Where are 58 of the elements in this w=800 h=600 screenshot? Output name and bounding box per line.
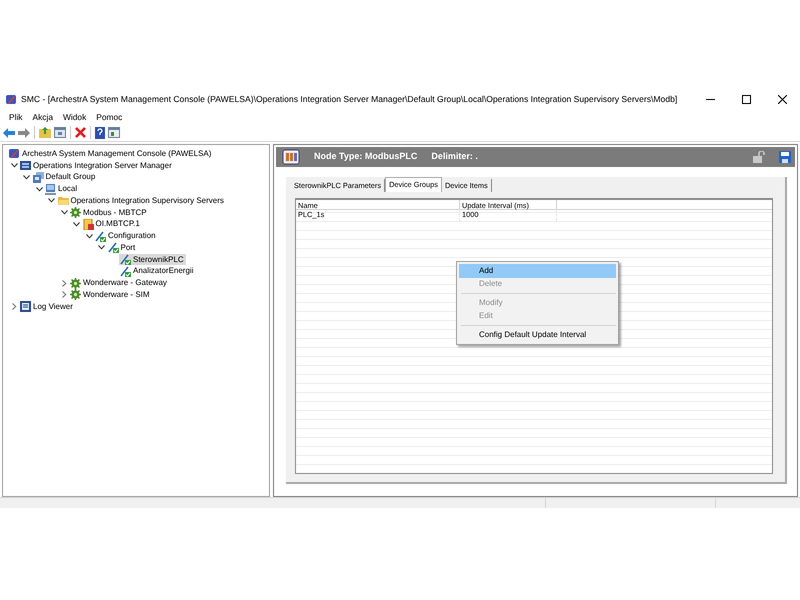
tree-item[interactable]: AnalizatorEnergii <box>119 266 196 278</box>
tree-item[interactable]: ArchestrA System Management Console (PAWELSA) <box>8 148 214 160</box>
tree-item[interactable]: Modbus - MBTCP <box>69 206 149 218</box>
document-icon <box>82 218 94 230</box>
properties-icon[interactable] <box>108 127 120 138</box>
chevron-down-icon[interactable] <box>60 210 68 216</box>
delimiter-label: Delimiter: . <box>431 150 478 164</box>
menu-item[interactable]: Config Default Update Interval <box>459 328 616 342</box>
tree-item[interactable]: Wonderware - Gateway <box>69 277 169 289</box>
node-icon <box>282 149 300 165</box>
tree-item[interactable]: Log Viewer <box>19 300 75 312</box>
maximize-icon <box>742 94 750 104</box>
tree-item[interactable]: OI.MBTCP.1 <box>82 218 142 230</box>
tree-item[interactable]: Wonderware - SIM <box>69 289 152 301</box>
menu-item[interactable]: Widok <box>58 110 92 124</box>
chevron-down-icon[interactable] <box>48 198 55 204</box>
chevron-down-icon[interactable] <box>23 174 30 180</box>
gear-icon <box>70 207 81 218</box>
chevron-right-icon[interactable] <box>62 280 66 287</box>
tree-item[interactable]: Configuration <box>94 230 158 242</box>
tree-item[interactable]: Default Group <box>32 172 98 184</box>
gear-icon <box>70 289 81 300</box>
chevron-right-icon[interactable] <box>12 303 16 310</box>
gear-icon <box>70 278 81 289</box>
back-arrow-icon[interactable] <box>3 128 15 138</box>
pane-icon[interactable] <box>54 127 66 138</box>
tree-item[interactable]: Operations Integration Supervisory Servers <box>56 195 226 207</box>
folder-icon <box>58 195 68 206</box>
tree-item[interactable]: Port <box>106 242 138 254</box>
help-icon[interactable] <box>95 126 105 138</box>
menu-item[interactable]: Add <box>459 264 616 278</box>
save-icon[interactable] <box>779 151 791 163</box>
chevron-right-icon[interactable] <box>62 291 66 298</box>
computer-icon <box>45 184 56 195</box>
tree-item[interactable]: SterownikPLC <box>119 254 186 266</box>
menu-item[interactable]: Plik <box>4 110 28 124</box>
server-icon <box>20 160 31 172</box>
chevron-down-icon[interactable] <box>98 245 105 250</box>
delete-icon[interactable] <box>75 127 86 138</box>
console-icon <box>9 148 20 160</box>
app-icon <box>6 94 17 104</box>
node-type-label: Node Type: ModbusPLC <box>314 150 418 164</box>
log-icon <box>20 301 31 312</box>
menu-item[interactable]: Akcja <box>28 110 58 124</box>
chevron-down-icon[interactable] <box>36 186 42 192</box>
minimize-icon <box>706 98 714 100</box>
lock-icon[interactable] <box>753 151 765 163</box>
close-icon <box>778 94 786 104</box>
tree-item[interactable]: Operations Integration Server Manager <box>19 160 174 172</box>
folder-up-icon[interactable] <box>39 127 51 138</box>
tree-item[interactable]: Local <box>44 183 80 195</box>
group-icon <box>32 172 44 183</box>
window-title: SMC - [ArchestrA System Management Console (PAWELSA)\Operations Integration Server Manager\Default Group\Local\Operations Integration Supervisory Servers\Modb] <box>21 92 678 106</box>
forward-arrow-icon[interactable] <box>18 128 30 138</box>
chevron-down-icon[interactable] <box>86 234 92 239</box>
menu-item[interactable]: Pomoc <box>91 110 128 124</box>
chevron-down-icon[interactable] <box>73 222 80 227</box>
chevron-down-icon[interactable] <box>10 163 18 168</box>
